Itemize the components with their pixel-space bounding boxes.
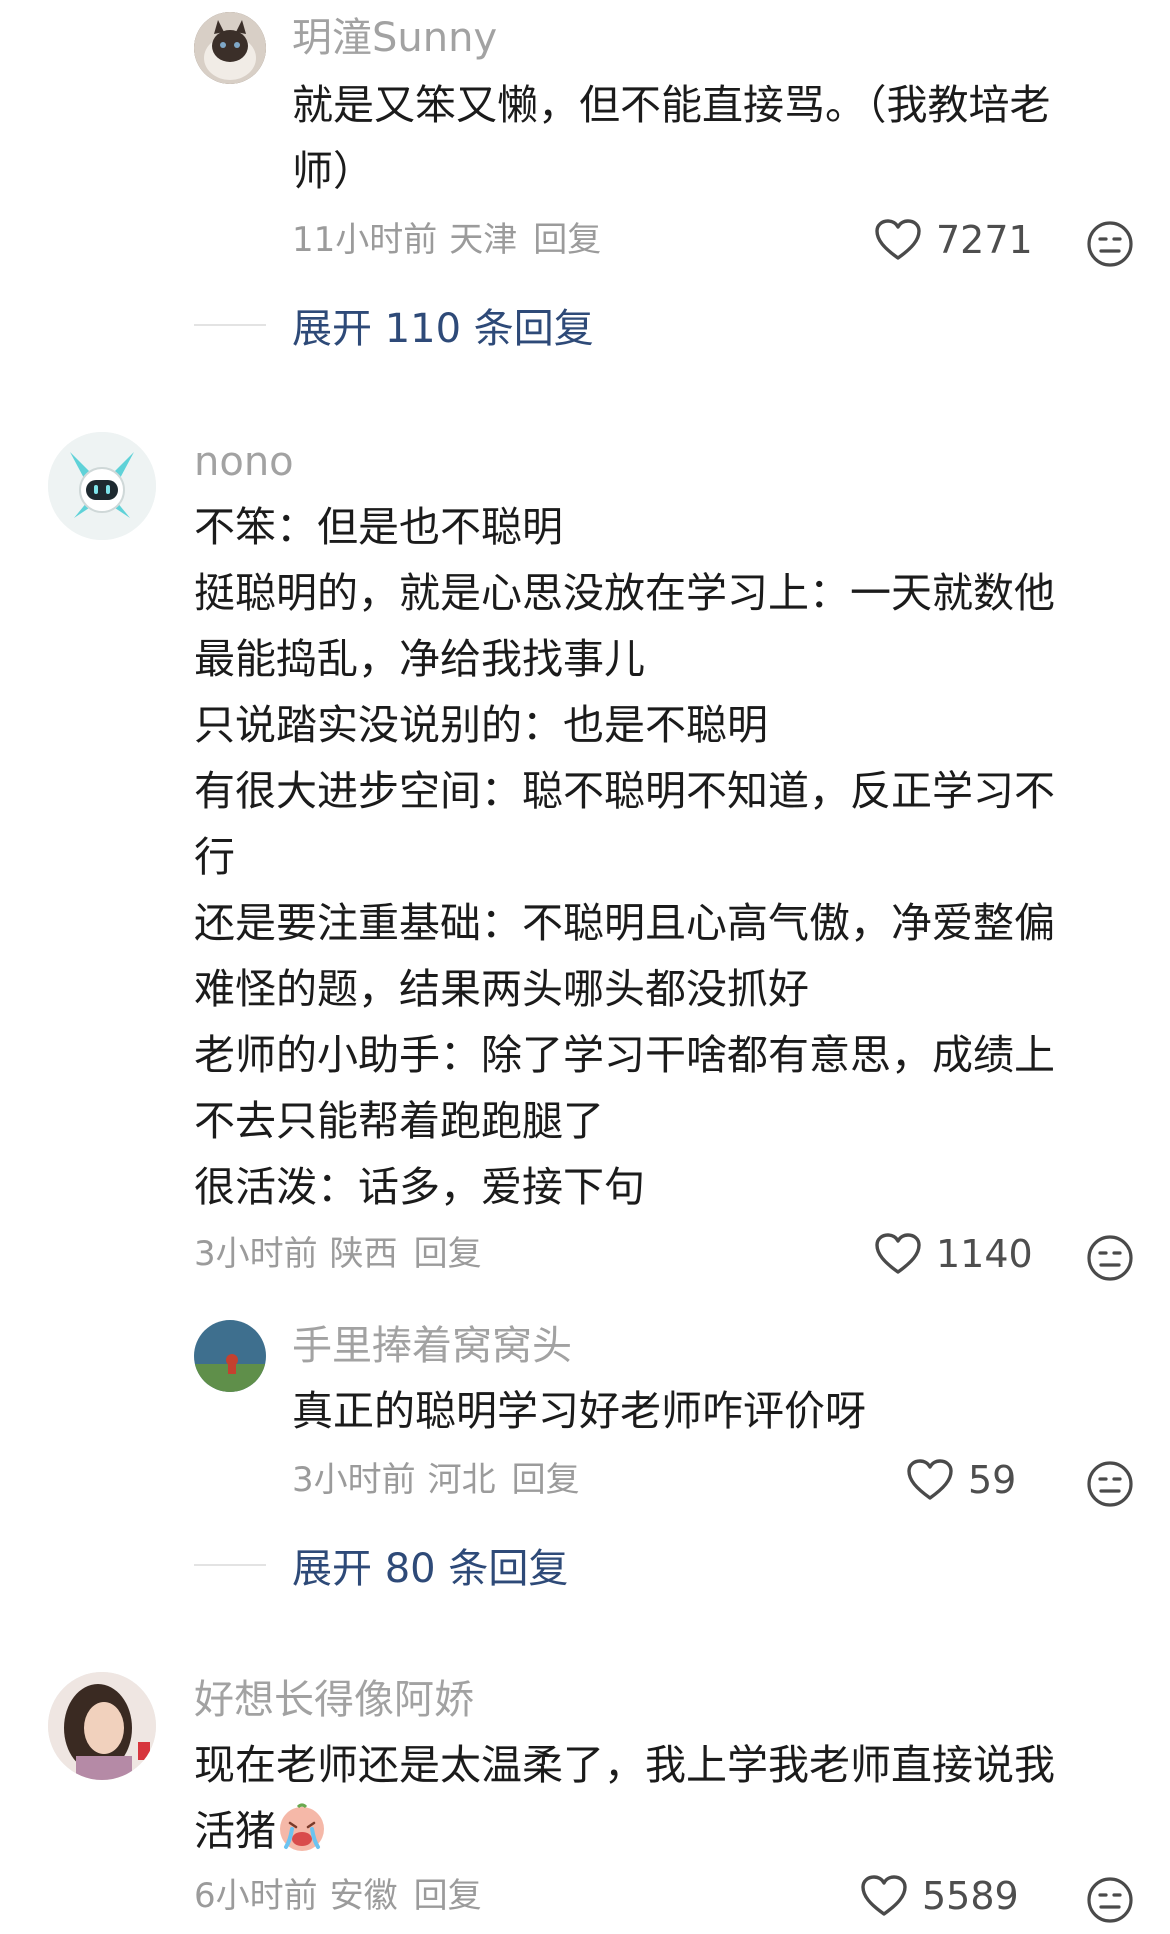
comment-line: 只说踏实没说别的：也是不聪明 bbox=[194, 701, 768, 749]
comment-location: 安徽 bbox=[329, 1876, 398, 1916]
like-count: 1140 bbox=[936, 1232, 1033, 1276]
cat-avatar-icon bbox=[194, 12, 266, 84]
expand-replies-label[interactable]: 展开 80 条回复 bbox=[292, 1536, 568, 1594]
neutral-face-icon[interactable] bbox=[1086, 1876, 1134, 1924]
heart-outline-icon bbox=[861, 1875, 907, 1916]
comment-line: 活猪 bbox=[194, 1798, 1124, 1864]
heart-outline-icon bbox=[875, 219, 921, 260]
reply-username[interactable]: 手里捧着窝窝头 bbox=[292, 1322, 572, 1370]
reply-meta: 3小时前 河北 回复 bbox=[292, 1458, 592, 1502]
comment-meta: 3小时前 陕西 回复 bbox=[194, 1232, 494, 1276]
reply-time: 3小时前 bbox=[292, 1460, 416, 1500]
reply-location: 河北 bbox=[427, 1460, 496, 1500]
comment-line: 就是又笨又懒，但不能直接骂。（我教培老 bbox=[292, 81, 1051, 129]
avatar[interactable] bbox=[48, 1672, 156, 1780]
expand-replies[interactable]: 展开 80 条回复 bbox=[194, 1536, 568, 1594]
reply-button[interactable]: 回复 bbox=[414, 1234, 482, 1274]
comment-list: 玥潼Sunny 就是又笨又懒，但不能直接骂。（我教培老 师） 11小时前 天津 回复… bbox=[0, 0, 1170, 1934]
neutral-face-icon[interactable] bbox=[1086, 1234, 1134, 1282]
reply-button[interactable]: 回复 bbox=[533, 220, 601, 260]
neutral-face-icon[interactable] bbox=[1086, 220, 1134, 268]
comment-line: 最能捣乱，净给我找事儿 bbox=[194, 635, 645, 683]
comment-meta: 11小时前 天津 回复 bbox=[292, 218, 613, 262]
heart-outline-icon bbox=[875, 1233, 921, 1274]
neutral-face-icon[interactable] bbox=[1086, 1460, 1134, 1508]
comment-time: 3小时前 bbox=[194, 1234, 318, 1274]
robot-avatar-icon bbox=[48, 432, 156, 540]
like-button[interactable]: 59 bbox=[906, 1458, 1016, 1502]
comment-time: 11小时前 bbox=[292, 220, 438, 260]
reply-button[interactable]: 回复 bbox=[512, 1460, 580, 1500]
comment-line: 难怪的题，结果两头哪头都没抓好 bbox=[194, 965, 809, 1013]
person-avatar-icon bbox=[48, 1672, 156, 1780]
divider bbox=[194, 324, 266, 326]
like-count: 7271 bbox=[936, 218, 1033, 262]
heart-outline-icon bbox=[907, 1459, 953, 1500]
comment-line: 不笨：但是也不聪明 bbox=[194, 503, 563, 551]
comment-username[interactable]: 好想长得像阿娇 bbox=[194, 1676, 474, 1724]
like-button[interactable]: 7271 bbox=[874, 218, 1033, 262]
avatar[interactable] bbox=[194, 1320, 266, 1392]
comment-line: 挺聪明的，就是心思没放在学习上：一天就数他 bbox=[194, 569, 1055, 617]
comment-line: 老师的小助手：除了学习干啥都有意思，成绩上 bbox=[194, 1031, 1055, 1079]
avatar[interactable] bbox=[194, 12, 266, 84]
comment-line: 现在老师还是太温柔了，我上学我老师直接说我 bbox=[194, 1741, 1055, 1789]
expand-replies[interactable]: 展开 110 条回复 bbox=[194, 296, 594, 354]
reply-line: 真正的聪明学习好老师咋评价呀 bbox=[292, 1387, 866, 1435]
comment-username[interactable]: 玥潼Sunny bbox=[292, 14, 497, 62]
like-count: 59 bbox=[968, 1458, 1017, 1502]
divider bbox=[194, 1564, 266, 1566]
like-count: 5589 bbox=[922, 1874, 1019, 1918]
like-button[interactable]: 1140 bbox=[874, 1232, 1033, 1276]
reply-text: 真正的聪明学习好老师咋评价呀 bbox=[292, 1378, 1122, 1444]
comment-text: 不笨：但是也不聪明 挺聪明的，就是心思没放在学习上：一天就数他 最能捣乱，净给我… bbox=[194, 494, 1124, 1220]
comment-line: 还是要注重基础：不聪明且心高气傲，净爱整偏 bbox=[194, 899, 1055, 947]
comment-time: 6小时前 bbox=[194, 1876, 318, 1916]
landscape-avatar-icon bbox=[194, 1320, 266, 1392]
comment-location: 天津 bbox=[449, 220, 518, 260]
comment-line: 不去只能帮着跑跑腿了 bbox=[194, 1097, 604, 1145]
avatar[interactable] bbox=[48, 432, 156, 540]
comment-line: 很活泼：话多，爱接下句 bbox=[194, 1163, 645, 1211]
comment-meta: 6小时前 安徽 回复 bbox=[194, 1874, 494, 1918]
crying-face-emoji bbox=[280, 1803, 324, 1851]
like-button[interactable]: 5589 bbox=[860, 1874, 1019, 1918]
comment-text: 现在老师还是太温柔了，我上学我老师直接说我 活猪 bbox=[194, 1732, 1124, 1864]
reply-button[interactable]: 回复 bbox=[414, 1876, 482, 1916]
expand-replies-label[interactable]: 展开 110 条回复 bbox=[292, 296, 594, 354]
comment-line: 师） bbox=[292, 147, 374, 195]
comment-line: 有很大进步空间：聪不聪明不知道，反正学习不 bbox=[194, 767, 1055, 815]
comment-line-text: 活猪 bbox=[194, 1807, 276, 1855]
comment-line: 行 bbox=[194, 833, 235, 881]
comment-location: 陕西 bbox=[329, 1234, 398, 1274]
comment-text: 就是又笨又懒，但不能直接骂。（我教培老 师） bbox=[292, 72, 1122, 204]
comment-username[interactable]: nono bbox=[194, 438, 294, 486]
